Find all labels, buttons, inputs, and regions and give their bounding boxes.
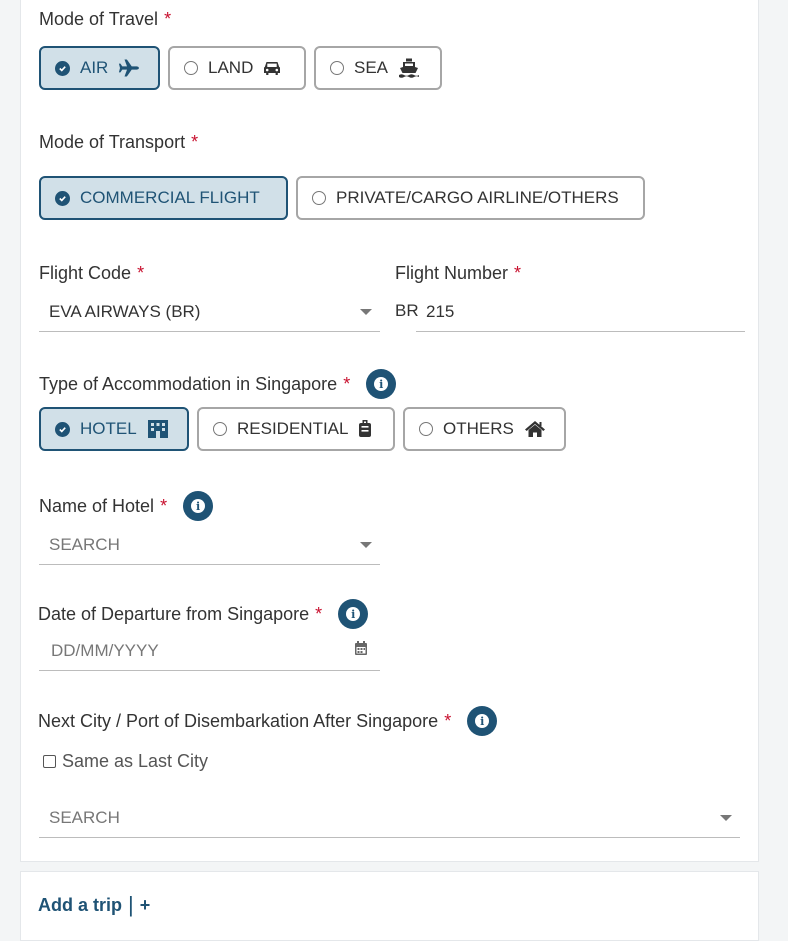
plane-icon	[118, 59, 140, 77]
luggage-icon	[358, 419, 372, 439]
flight-code-label: Flight Code *	[39, 263, 145, 283]
info-icon[interactable]: i	[366, 369, 397, 399]
add-trip-button[interactable]: Add a trip | +	[38, 892, 150, 918]
departure-date-label: Date of Departure from Singapore * i	[38, 599, 369, 629]
radio-icon	[330, 61, 344, 75]
chevron-down-icon	[720, 815, 732, 821]
hotel-name-label: Name of Hotel * i	[39, 491, 214, 521]
check-icon	[55, 60, 70, 76]
transport-option-private-cargo[interactable]: PRIVATE/CARGO AIRLINE/OTHERS	[296, 176, 645, 220]
next-city-label: Next City / Port of Disembarkation After…	[38, 706, 498, 736]
travel-option-sea[interactable]: SEA	[314, 46, 442, 90]
calendar-icon[interactable]	[354, 640, 368, 661]
chevron-down-icon	[360, 542, 372, 548]
travel-option-air[interactable]: AIR	[39, 46, 160, 90]
radio-icon	[213, 422, 227, 436]
ship-icon	[398, 58, 420, 78]
chevron-down-icon	[360, 309, 372, 315]
info-icon[interactable]: i	[467, 706, 498, 736]
checkbox-icon[interactable]	[43, 755, 56, 768]
radio-icon	[184, 61, 198, 75]
building-icon	[147, 419, 169, 439]
radio-icon	[312, 191, 326, 205]
accommodation-label: Type of Accommodation in Singapore * i	[39, 369, 397, 399]
flight-code-select[interactable]: EVA AIRWAYS (BR)	[39, 292, 380, 332]
plus-icon: +	[139, 894, 151, 915]
mode-of-travel-label: Mode of Travel *	[39, 9, 172, 29]
same-as-last-city-checkbox[interactable]: Same as Last City	[43, 751, 208, 772]
flight-number-label: Flight Number *	[395, 263, 522, 283]
info-icon[interactable]: i	[183, 491, 214, 521]
next-city-select[interactable]: SEARCH	[39, 798, 740, 838]
hotel-name-select[interactable]: SEARCH	[39, 525, 380, 565]
car-icon	[263, 60, 281, 76]
mode-of-transport-label: Mode of Transport *	[39, 132, 199, 152]
transport-option-commercial-flight[interactable]: COMMERCIAL FLIGHT	[39, 176, 288, 220]
accommodation-option-hotel[interactable]: HOTEL	[39, 407, 189, 451]
travel-option-land[interactable]: LAND	[168, 46, 306, 90]
check-icon	[55, 421, 70, 437]
info-icon[interactable]: i	[338, 599, 369, 629]
accommodation-option-residential[interactable]: RESIDENTIAL	[197, 407, 395, 451]
check-icon	[55, 190, 70, 206]
home-icon	[524, 420, 546, 438]
departure-date-input[interactable]: DD/MM/YYYY	[39, 631, 380, 671]
radio-icon	[419, 422, 433, 436]
accommodation-option-others[interactable]: OTHERS	[403, 407, 566, 451]
flight-number-input[interactable]: 215	[416, 292, 745, 332]
